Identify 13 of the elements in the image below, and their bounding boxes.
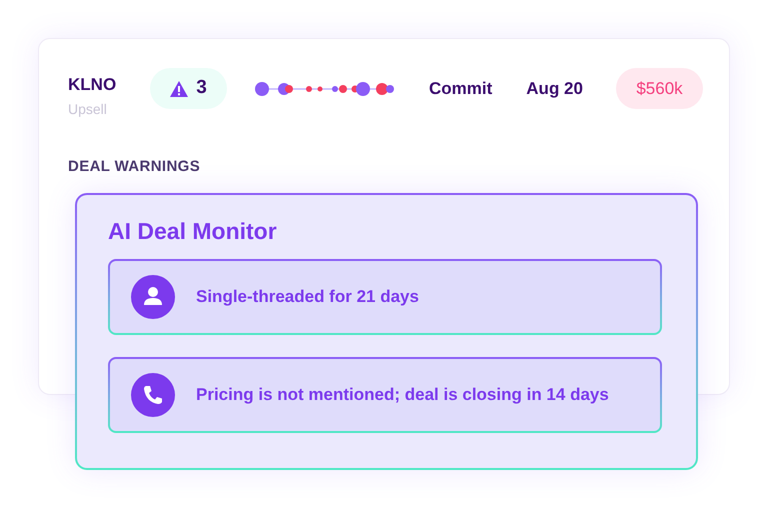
warning-text: Single-threaded for 21 days <box>196 286 419 308</box>
panel-title: AI Deal Monitor <box>108 217 278 245</box>
warning-text: Pricing is not mentioned; deal is closing in 14 days <box>196 384 609 406</box>
warning-badge: 3 <box>150 68 227 109</box>
close-date: Aug 20 <box>526 78 583 100</box>
deal-name: KLNO <box>68 75 118 95</box>
warning-icon <box>170 80 188 96</box>
section-heading: DEAL WARNINGS <box>68 157 202 177</box>
phone-icon <box>131 373 175 417</box>
deal-amount: $560k <box>616 68 703 109</box>
deal-type: Upsell <box>68 100 108 119</box>
person-icon <box>131 275 175 319</box>
forecast-category: Commit <box>429 78 492 100</box>
